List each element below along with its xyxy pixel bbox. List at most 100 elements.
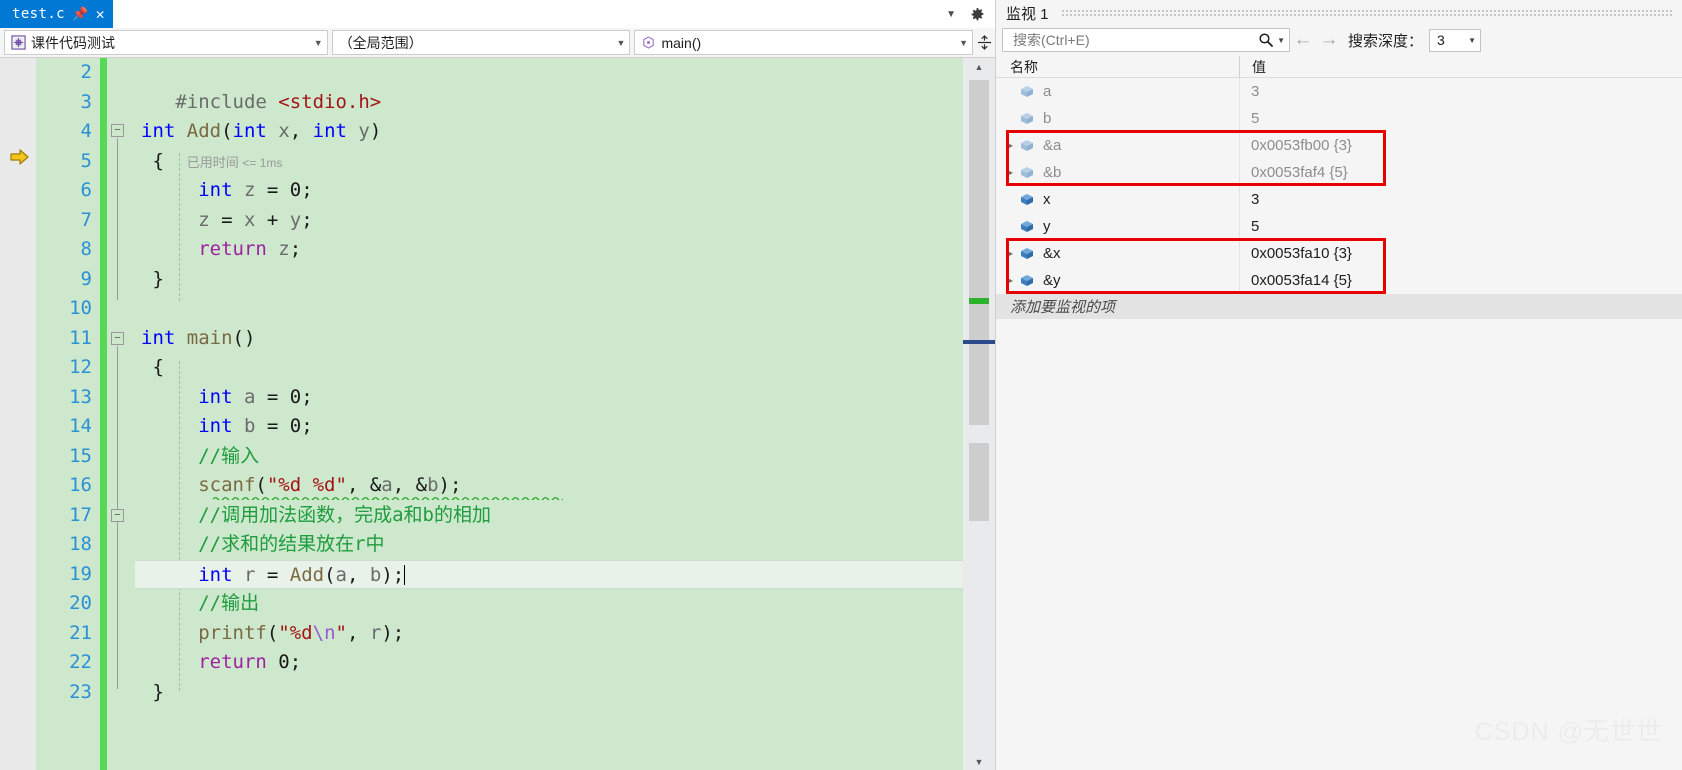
editor-navigation-bar: 课件代码测试 ▼ （全局范围） ▼ main() ▼ (0, 28, 995, 58)
watch-name: &b (1043, 164, 1062, 181)
chevron-down-icon[interactable]: ▼ (955, 38, 968, 48)
expand-arrow-icon[interactable]: ▶ (1002, 168, 1018, 177)
project-icon (11, 35, 26, 50)
fold-margin[interactable]: − − − (107, 58, 135, 770)
line-number: 5 (80, 149, 92, 172)
search-depth-combo[interactable]: 3 ▼ (1429, 28, 1482, 52)
line-number: 13 (69, 385, 92, 408)
method-icon (641, 35, 656, 50)
fold-toggle-main[interactable]: − (111, 332, 124, 345)
table-row[interactable]: ▶ &a 0x0053fb00 {3} (996, 132, 1682, 159)
chevron-down-icon[interactable]: ▼ (1468, 36, 1476, 45)
scrollbar-thumb-lower[interactable] (969, 443, 989, 521)
scope-combo[interactable]: （全局范围） ▼ (331, 30, 631, 55)
table-row[interactable]: x 3 (996, 186, 1682, 213)
expand-arrow-icon[interactable]: ▶ (1002, 276, 1018, 285)
scroll-up-arrow[interactable]: ▲ (963, 58, 995, 75)
watch-value[interactable]: 0x0053fa14 {5} (1239, 272, 1682, 289)
fold-toggle-add[interactable]: − (111, 124, 124, 137)
breakpoint-gutter[interactable] (0, 58, 36, 770)
line-number: 6 (80, 179, 92, 201)
editor-pane: test.c 📌 ✕ ▼ 课件代码测试 ▼ （全局范围） ▼ main() ▼ … (0, 0, 995, 770)
column-divider (1239, 132, 1240, 159)
watch-name: &y (1043, 272, 1061, 289)
arrow-left-icon[interactable]: ← (1290, 30, 1316, 50)
text-caret (404, 564, 406, 585)
watch-title-bar: 监视 1 (996, 0, 1682, 26)
watch-value[interactable]: 3 (1239, 83, 1682, 100)
scroll-down-arrow[interactable]: ▼ (963, 753, 995, 770)
editor-vertical-scrollbar[interactable]: ▲ ▼ (963, 58, 995, 770)
column-header-name[interactable]: 名称 (996, 56, 1239, 77)
code-line: } (141, 267, 164, 290)
chevron-down-icon[interactable]: ▼ (310, 38, 323, 48)
table-row[interactable]: b 5 (996, 105, 1682, 132)
tab-test-c[interactable]: test.c 📌 ✕ (0, 0, 114, 28)
code-line: z = x + y; (198, 208, 313, 231)
variable-icon (1018, 273, 1036, 288)
expand-arrow-icon[interactable]: ▶ (1002, 141, 1018, 150)
variable-icon (1018, 111, 1036, 126)
column-divider (1239, 213, 1240, 240)
watch-value[interactable]: 5 (1239, 218, 1682, 235)
table-row[interactable]: a 3 (996, 78, 1682, 105)
code-line: { 已用时间 <= 1ms (141, 149, 283, 172)
chevron-down-icon[interactable]: ▼ (613, 38, 626, 48)
member-combo[interactable]: main() ▼ (634, 30, 974, 55)
watch-name: x (1043, 191, 1051, 208)
variable-icon (1018, 165, 1036, 180)
split-window-icon[interactable] (973, 28, 995, 57)
chevron-down-icon[interactable]: ▼ (1277, 36, 1285, 45)
line-number: 17 (69, 503, 92, 526)
line-number: 14 (69, 415, 92, 437)
watch-name: &x (1043, 245, 1061, 262)
project-combo[interactable]: 课件代码测试 ▼ (4, 30, 328, 55)
project-combo-value: 课件代码测试 (31, 34, 115, 51)
watch-name: a (1043, 83, 1052, 100)
code-line: { (141, 356, 164, 378)
code-line-current: int r = Add(a, b); (135, 559, 963, 589)
pin-icon[interactable]: 📌 (72, 8, 89, 21)
scrollbar-thumb[interactable] (969, 80, 989, 425)
line-number: 23 (69, 680, 92, 703)
watch-name: &a (1043, 137, 1062, 154)
table-row[interactable]: y 5 (996, 213, 1682, 240)
watch-value[interactable]: 0x0053faf4 {5} (1239, 164, 1682, 181)
scroll-mark-caret (963, 340, 995, 344)
code-text-area[interactable]: #include <stdio.h> int Add(int x, int y)… (135, 58, 963, 770)
line-number: 20 (69, 592, 92, 614)
line-number: 15 (69, 444, 92, 467)
line-number-column: 2 3 4 5 6 7 8 9 10 11 12 13 14 15 16 17 … (36, 58, 100, 770)
code-line: //输出 (141, 592, 260, 614)
line-number: 9 (80, 267, 92, 290)
watch-value[interactable]: 5 (1239, 110, 1682, 127)
fold-toggle-comment[interactable]: − (111, 509, 124, 522)
vs-debugger-window: test.c 📌 ✕ ▼ 课件代码测试 ▼ （全局范围） ▼ main() ▼ … (0, 0, 1682, 770)
column-header-value[interactable]: 值 (1240, 56, 1682, 77)
search-input-wrapper[interactable]: ▼ (1002, 28, 1290, 52)
watch-value[interactable]: 0x0053fb00 {3} (1239, 137, 1682, 154)
column-divider (1239, 267, 1240, 294)
table-row[interactable]: ▶ &x 0x0053fa10 {3} (996, 240, 1682, 267)
line-number: 7 (80, 208, 92, 231)
line-number: 12 (69, 356, 92, 378)
drag-handle-dots[interactable] (1060, 8, 1674, 18)
chevron-down-icon[interactable]: ▼ (946, 9, 956, 20)
watch-value[interactable]: 0x0053fa10 {3} (1239, 245, 1682, 262)
gear-icon[interactable] (970, 7, 985, 22)
column-divider (1239, 78, 1240, 105)
close-icon[interactable]: ✕ (96, 6, 105, 22)
search-icon[interactable] (1258, 32, 1274, 48)
table-row[interactable]: ▶ &b 0x0053faf4 {5} (996, 159, 1682, 186)
table-row[interactable]: ▶ &y 0x0053fa14 {5} (996, 267, 1682, 294)
watch-value[interactable]: 3 (1239, 191, 1682, 208)
column-divider (1239, 186, 1240, 213)
code-editor[interactable]: 2 3 4 5 6 7 8 9 10 11 12 13 14 15 16 17 … (0, 58, 995, 770)
line-number: 22 (69, 651, 92, 673)
search-input[interactable] (1011, 31, 1256, 49)
add-watch-row[interactable]: 添加要监视的项 (996, 294, 1682, 319)
expand-arrow-icon[interactable]: ▶ (1002, 249, 1018, 258)
search-depth-value: 3 (1437, 32, 1445, 48)
arrow-right-icon[interactable]: → (1316, 30, 1342, 50)
column-divider (1239, 159, 1240, 186)
